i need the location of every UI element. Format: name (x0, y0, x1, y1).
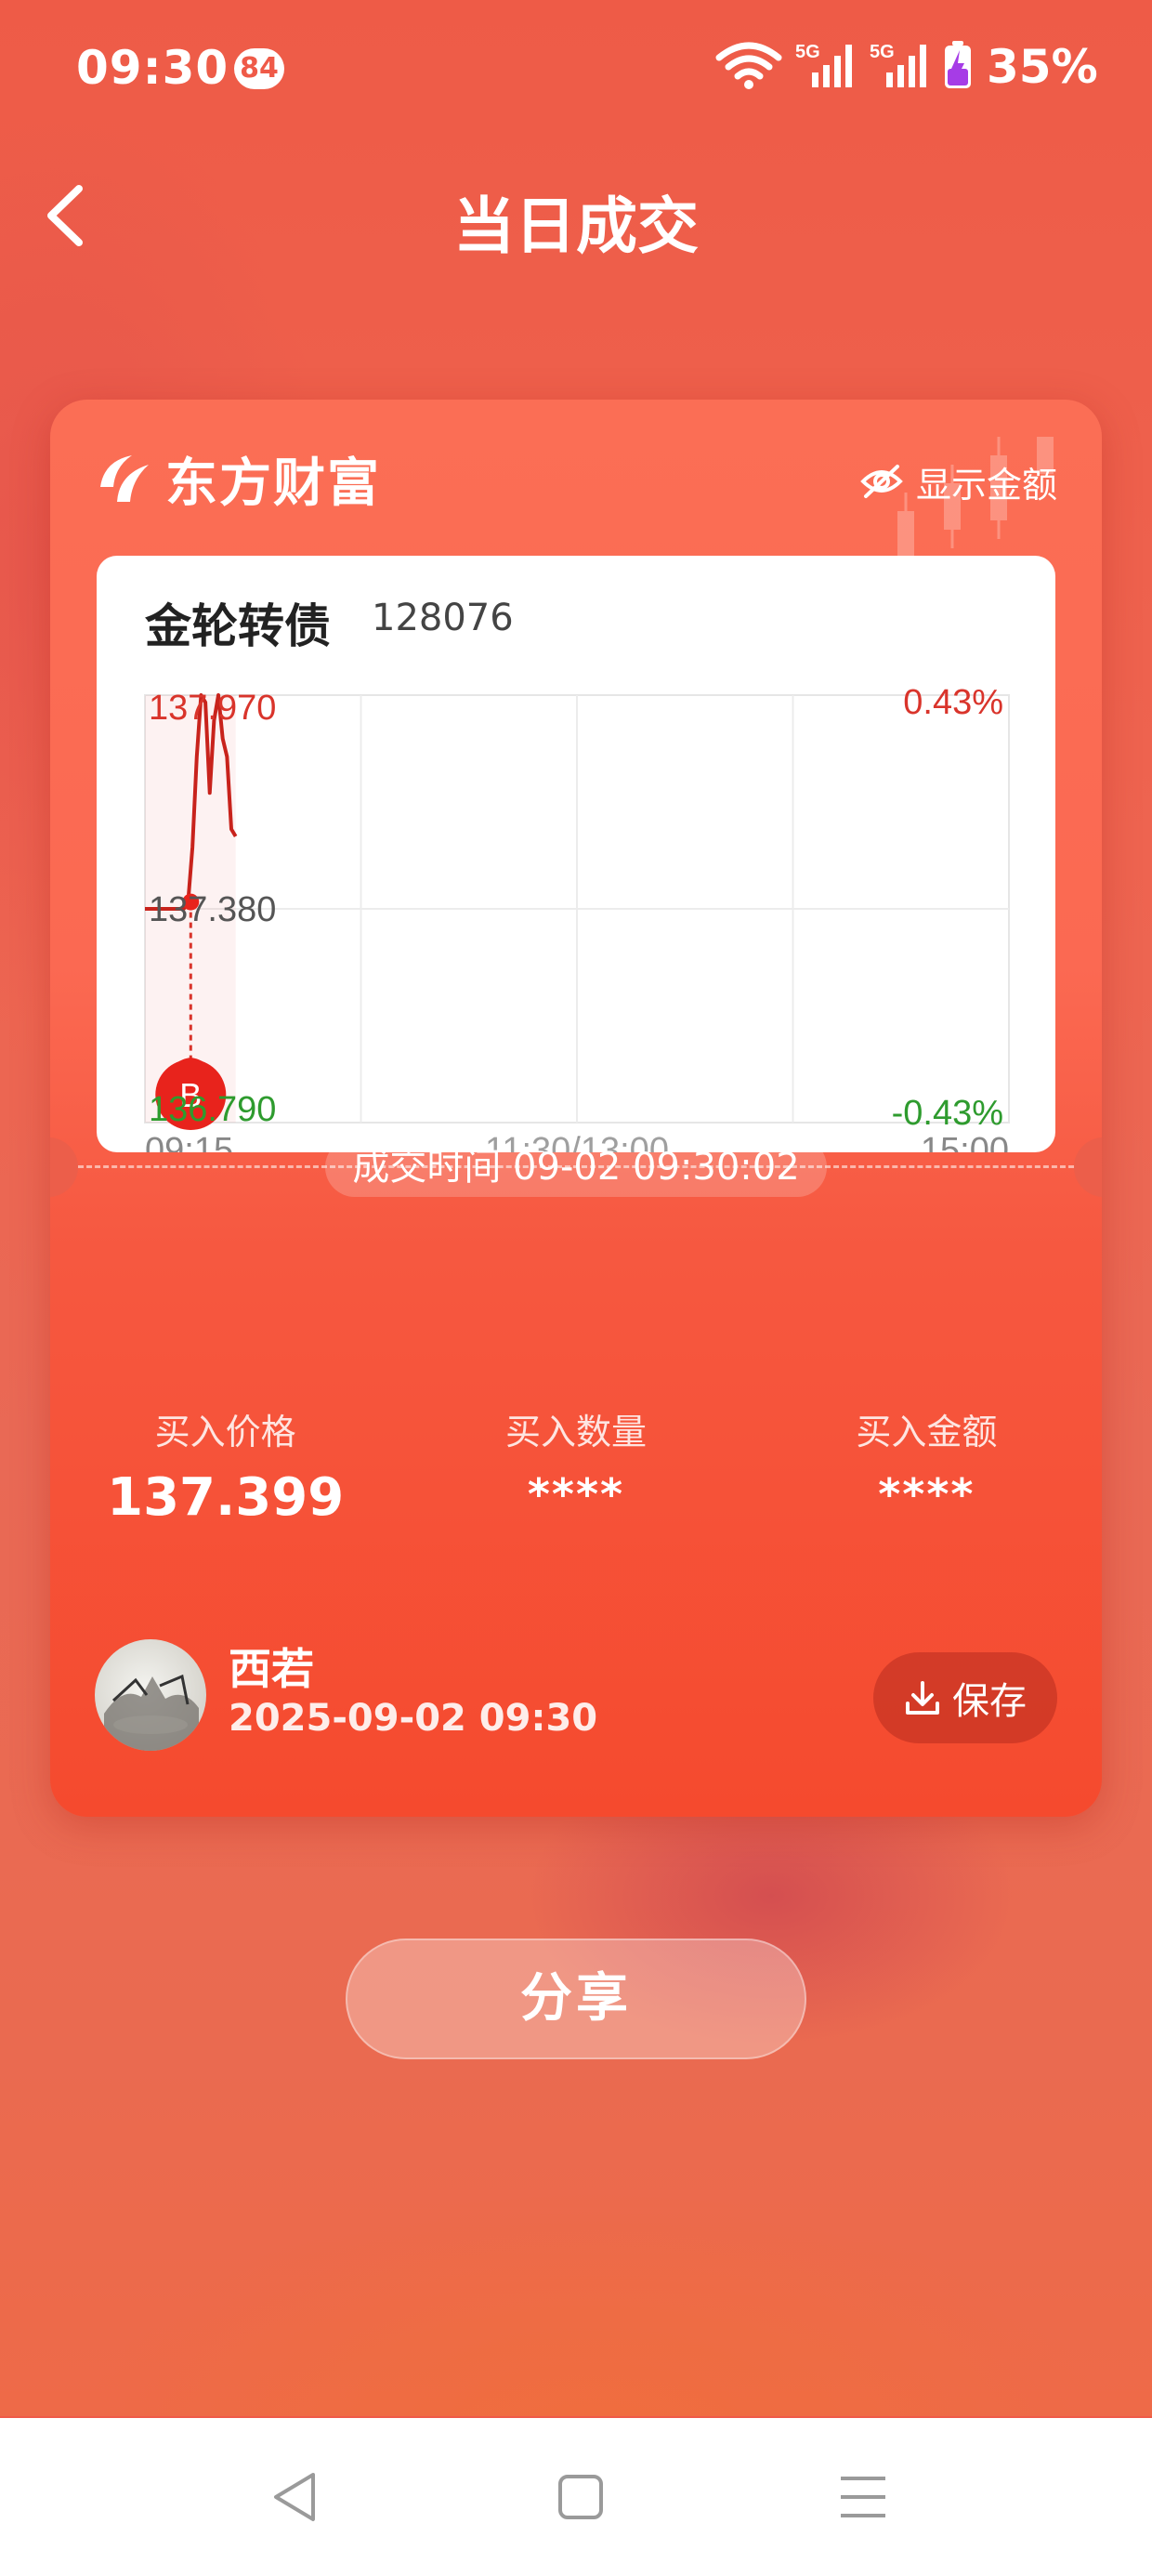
show-amount-label: 显示金额 (915, 464, 1057, 506)
status-icons: 5G 5G 35% (715, 37, 1098, 97)
back-button[interactable] (28, 178, 102, 253)
stat-buy-price: 买入价格 137.399 (50, 1403, 400, 1552)
pct-label-high: 0.43% (903, 683, 1003, 722)
page-title: 当日成交 (453, 191, 699, 262)
wifi-icon (715, 41, 782, 93)
stat-value: **** (527, 1469, 625, 1519)
save-button[interactable]: 保存 (873, 1652, 1057, 1743)
stat-buy-amount: 买入金额 **** (752, 1403, 1102, 1552)
signal-5g-icon-2: 5G (870, 39, 931, 95)
stat-label: 买入金额 (856, 1412, 998, 1452)
brand-name: 东方财富 (165, 453, 381, 514)
trade-card: 东方财富 显示金额 金轮转债 128076 B 137.970 137.380 136… (50, 400, 1102, 1817)
nav-home-button[interactable] (548, 2464, 613, 2530)
chart-panel: 金轮转债 128076 B 137.970 137.380 136.790 0.43% -… (97, 556, 1055, 1152)
ticket-perforation: 成交时间 09-02 09:30:02 (50, 1134, 1102, 1199)
notification-badge: 84 (234, 48, 284, 89)
avatar[interactable] (95, 1639, 206, 1751)
show-amount-toggle[interactable]: 显示金额 (860, 453, 1057, 509)
y-label-high: 137.970 (149, 689, 276, 728)
trade-time-pill: 成交时间 09-02 09:30:02 (325, 1137, 827, 1197)
username: 西若 (229, 1644, 314, 1694)
stat-value: **** (878, 1469, 975, 1519)
avatar-image (104, 1674, 199, 1751)
stat-value: 137.399 (107, 1467, 345, 1528)
chevron-left-icon (47, 185, 83, 246)
notch-right (1074, 1137, 1102, 1197)
stat-label: 买入价格 (154, 1412, 296, 1452)
intraday-chart: B137.970137.380136.7900.43%-0.43%09:15 11… (144, 683, 1010, 1152)
share-button[interactable]: 分享 (346, 1939, 806, 2059)
stat-buy-quantity: 买入数量 **** (400, 1403, 751, 1552)
header: 当日成交 (0, 158, 1152, 269)
battery-charging-icon (944, 41, 972, 93)
trade-stats: 买入价格 137.399 买入数量 **** 买入金额 **** (50, 1403, 1102, 1552)
pct-label-low: -0.43% (892, 1094, 1003, 1133)
nav-menu-button[interactable] (831, 2464, 896, 2530)
signal-5g-icon: 5G (795, 39, 857, 95)
battery-percent: 35% (987, 40, 1098, 94)
stat-label: 买入数量 (504, 1412, 647, 1452)
system-nav-bar (0, 2418, 1152, 2576)
download-icon (906, 1681, 939, 1715)
y-label-mid: 137.380 (149, 890, 276, 929)
eye-off-icon (860, 465, 903, 498)
svg-text:5G: 5G (795, 42, 820, 62)
status-bar: 09:30 84 5G 5G 35% (0, 0, 1152, 139)
triangle-back-icon (274, 2473, 315, 2521)
eastmoney-logo-icon (100, 455, 149, 502)
status-time: 09:30 (76, 41, 229, 95)
notch-left (50, 1137, 78, 1197)
menu-lines-icon (841, 2477, 885, 2517)
brand-logo: 东方财富 (95, 446, 381, 514)
user-timestamp: 2025-09-02 09:30 (229, 1697, 598, 1740)
square-home-icon (558, 2475, 603, 2519)
nav-back-button[interactable] (262, 2464, 327, 2530)
save-label: 保存 (952, 1680, 1027, 1723)
y-label-low: 136.790 (149, 1090, 276, 1129)
svg-text:5G: 5G (870, 42, 895, 62)
user-row: 西若 2025-09-02 09:30 保存 (95, 1636, 1057, 1756)
